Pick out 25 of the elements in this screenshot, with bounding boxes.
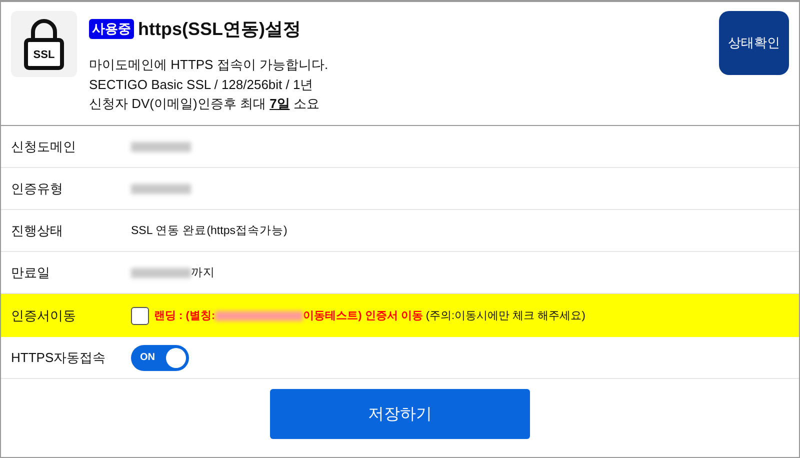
description-line: SECTIGO Basic SSL / 128/256bit / 1년 bbox=[89, 76, 314, 94]
field-label: 인증서이동 bbox=[11, 306, 77, 324]
description-line: 신청자 DV(이메일)인증후 최대 7일 소요 bbox=[89, 95, 320, 113]
move-label: 랜딩 : (별칭: bbox=[154, 309, 216, 323]
field-label: 인증유형 bbox=[11, 180, 64, 198]
checkbox[interactable] bbox=[131, 306, 149, 324]
description-line: 마이도메인에 HTTPS 접속이 가능합니다. bbox=[89, 56, 330, 74]
warning-note: (주의:이동시에만 체크 해주세요) bbox=[426, 309, 586, 323]
toggle-switch[interactable]: ON bbox=[131, 344, 189, 370]
field-value: SSL 연동 완료(https접속가능) bbox=[131, 224, 288, 238]
lock-label: SSL bbox=[32, 49, 56, 61]
field-label: HTTPS자동접속 bbox=[11, 348, 107, 366]
page-title: https(SSL연동)설정 bbox=[138, 18, 301, 41]
field-value: 까지 bbox=[191, 266, 215, 280]
blurred-text bbox=[131, 184, 191, 194]
field-label: 만료일 bbox=[11, 264, 51, 282]
blurred-text bbox=[131, 268, 191, 278]
lock-icon bbox=[24, 18, 64, 70]
status-badge: 사용중 bbox=[89, 19, 134, 39]
field-label: 신청도메인 bbox=[11, 138, 77, 156]
blurred-text bbox=[131, 142, 191, 152]
status-check-button[interactable]: 상태확인 bbox=[719, 11, 789, 75]
move-label: 이동테스트) 인증서 이동 bbox=[303, 309, 423, 323]
field-label: 진행상태 bbox=[11, 222, 64, 240]
save-button[interactable]: 저장하기 bbox=[270, 389, 530, 439]
